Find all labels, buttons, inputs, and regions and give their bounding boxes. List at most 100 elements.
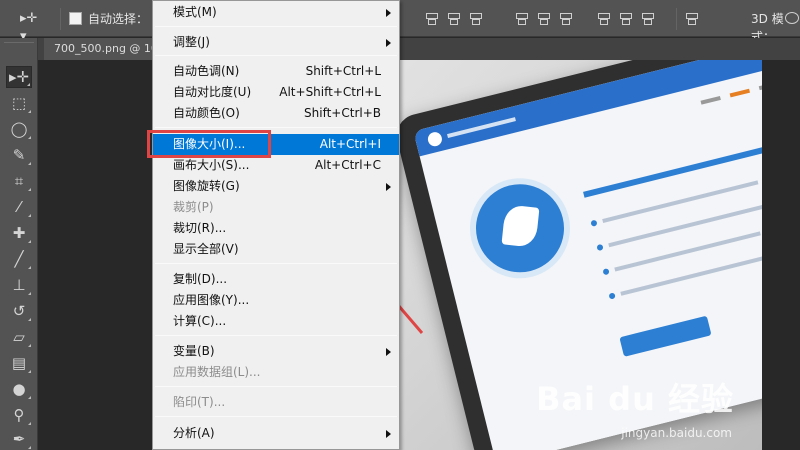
menu-item[interactable]: 陷印(T)...	[153, 392, 399, 413]
menu-item-label: 分析(A)	[173, 426, 215, 440]
options-separator	[60, 8, 61, 30]
menu-item-label: 裁切(R)...	[173, 221, 227, 235]
menu-separator	[155, 26, 397, 27]
menu-item[interactable]: 变量(B)	[153, 341, 399, 362]
distribute-buttons	[514, 10, 572, 28]
menu-item[interactable]: 调整(J)	[153, 32, 399, 53]
auto-select-label: 自动选择：	[88, 12, 149, 26]
distribute-h-buttons	[596, 10, 654, 28]
distribute-right-icon[interactable]	[640, 10, 654, 26]
menu-item[interactable]: 应用图像(Y)...	[153, 290, 399, 311]
menu-item-label: 自动色调(N)	[173, 64, 240, 78]
menu-separator	[155, 335, 397, 336]
menu-item[interactable]: 自动色调(N) Shift+Ctrl+L	[153, 61, 399, 82]
screen-app-logo-icon	[459, 167, 581, 289]
screen-bullet	[590, 219, 598, 227]
menu-item[interactable]: 自动颜色(O) Shift+Ctrl+B	[153, 103, 399, 124]
screen-text-line	[620, 248, 762, 296]
menu-item-label: 图像旋转(G)	[173, 179, 240, 193]
clone-stamp-tool-icon[interactable]: ⊥	[6, 274, 32, 296]
align-vcenter-icon[interactable]	[446, 10, 460, 26]
align-bottom-icon[interactable]	[468, 10, 482, 26]
marquee-tool-icon[interactable]: ⬚	[6, 92, 32, 114]
menu-item[interactable]: 显示全部(V)	[153, 239, 399, 260]
menu-separator	[155, 386, 397, 387]
screen-bullet	[602, 268, 610, 276]
menu-item-label: 画布大小(S)...	[173, 158, 250, 172]
menu-item-label: 调整(J)	[173, 35, 210, 49]
eyedropper-tool-icon[interactable]: ⁄	[6, 196, 32, 218]
lasso-tool-icon[interactable]: ◯	[6, 118, 32, 140]
menu-item-label: 模式(M)	[173, 5, 217, 19]
menu-separator	[155, 263, 397, 264]
screen-button	[619, 315, 712, 357]
distribute-hcenter-icon[interactable]	[618, 10, 632, 26]
quick-select-tool-icon[interactable]: ✎	[6, 144, 32, 166]
submenu-arrow-icon	[386, 39, 391, 47]
align-top-icon[interactable]	[424, 10, 438, 26]
menu-item-label: 计算(C)...	[173, 314, 227, 328]
menu-item-label: 应用图像(Y)...	[173, 293, 250, 307]
brush-tool-icon[interactable]: ╱	[6, 248, 32, 270]
menu-item[interactable]: 应用数据组(L)...	[153, 362, 399, 383]
menu-item-label: 变量(B)	[173, 344, 215, 358]
menu-item[interactable]: 模式(M)	[153, 2, 399, 23]
healing-brush-tool-icon[interactable]: ✚	[6, 222, 32, 244]
menu-item-shortcut: Alt+Ctrl+C	[314, 158, 381, 172]
menu-item-label: 陷印(T)...	[173, 395, 226, 409]
screen-bullet	[596, 243, 604, 252]
menu-item[interactable]: 画布大小(S)... Alt+Ctrl+C	[153, 155, 399, 176]
submenu-arrow-icon	[386, 348, 391, 356]
blur-tool-icon[interactable]: ●	[6, 378, 32, 400]
menu-item-shortcut: Alt+Shift+Ctrl+L	[279, 85, 381, 99]
menu-item-shortcut: Alt+Ctrl+I	[319, 137, 381, 151]
auto-select-checkbox[interactable]	[69, 12, 82, 25]
screen-header	[413, 60, 762, 157]
toolbar-grip[interactable]	[4, 42, 34, 54]
document-image[interactable]: Bai du 经验 jingyan.baidu.com	[362, 60, 762, 450]
menu-item-label: 裁剪(P)	[173, 200, 214, 214]
menu-item[interactable]: 分析(A)	[153, 423, 399, 444]
menu-item-label: 复制(D)...	[173, 272, 228, 286]
options-bar: ▸✛ ▾ 自动选择： 3D 模式：	[0, 0, 800, 44]
distribute-top-icon[interactable]	[514, 10, 528, 26]
history-brush-tool-icon[interactable]: ↺	[6, 300, 32, 322]
submenu-arrow-icon	[386, 183, 391, 191]
baidu-watermark: Bai du 经验	[536, 380, 734, 418]
menu-item[interactable]: 裁剪(P)	[153, 197, 399, 218]
image-menu: 模式(M) 调整(J) 自动色调(N) Shift+Ctrl+L 自动对比度(U) Alt…	[152, 0, 400, 450]
menu-item-label: 自动对比度(U)	[173, 85, 252, 99]
menu-item-label: 显示全部(V)	[173, 242, 239, 256]
distribute-bottom-icon[interactable]	[558, 10, 572, 26]
menu-item[interactable]: 计算(C)...	[153, 311, 399, 332]
menu-item[interactable]: 复制(D)...	[153, 269, 399, 290]
distribute-left-icon[interactable]	[596, 10, 610, 26]
dodge-tool-icon[interactable]: ⚲	[6, 404, 32, 426]
screen-logo-icon	[426, 130, 444, 148]
screen-title-bar	[447, 117, 516, 138]
screen-bullet	[608, 292, 616, 300]
eraser-tool-icon[interactable]: ▱	[6, 326, 32, 348]
menu-item-shortcut: Shift+Ctrl+L	[305, 64, 381, 78]
auto-align-layers-icon[interactable]	[684, 10, 698, 26]
menu-item-label: 应用数据组(L)...	[173, 365, 261, 379]
crop-tool-icon[interactable]: ⌗	[6, 170, 32, 192]
menu-item[interactable]: 图像旋转(G)	[153, 176, 399, 197]
menu-separator	[155, 127, 397, 128]
menu-item[interactable]: 裁切(R)...	[153, 218, 399, 239]
pen-tool-icon[interactable]: ✒	[6, 428, 32, 450]
gradient-tool-icon[interactable]: ▤	[6, 352, 32, 374]
menu-separator	[155, 416, 397, 417]
tools-panel: ▸✛ ⬚ ◯ ✎ ⌗ ⁄ ✚ ╱ ⊥ ↺ ▱ ▤ ● ⚲ ✒	[0, 38, 38, 450]
menu-item[interactable]: 自动对比度(U) Alt+Shift+Ctrl+L	[153, 82, 399, 103]
align-buttons	[424, 10, 482, 28]
document-tab[interactable]: 700_500.png @ 10	[44, 38, 168, 60]
move-tool-icon[interactable]: ▸✛	[6, 66, 32, 88]
submenu-arrow-icon	[386, 430, 391, 438]
orbit-3d-icon[interactable]	[785, 12, 799, 24]
annotation-highlight-box	[147, 130, 271, 158]
distribute-vcenter-icon[interactable]	[536, 10, 550, 26]
menu-item-shortcut: Shift+Ctrl+B	[304, 106, 381, 120]
menu-item-label: 自动颜色(O)	[173, 106, 240, 120]
move-tool-preset-icon[interactable]: ▸✛ ▾	[20, 10, 46, 44]
